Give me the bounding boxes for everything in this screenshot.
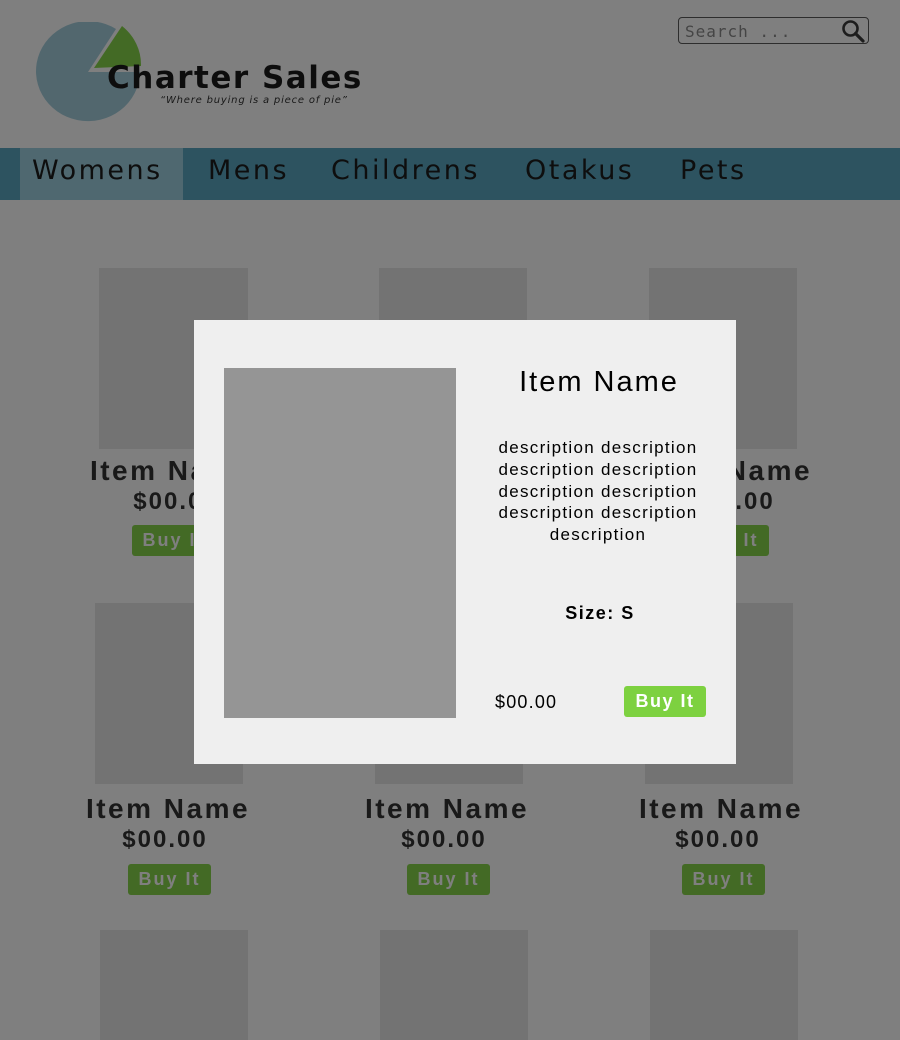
size-value[interactable]: S <box>621 603 635 623</box>
modal-buy-button[interactable]: Buy It <box>624 686 706 717</box>
size-label: Size: <box>565 603 615 623</box>
product-detail-description: description description description desc… <box>498 438 698 545</box>
product-detail-image <box>224 368 456 718</box>
product-detail-size: Size: S <box>494 603 706 624</box>
product-detail-price: $00.00 <box>495 692 558 712</box>
product-detail-title: Item Name <box>519 366 679 398</box>
product-detail-modal: Item Name description description descri… <box>194 320 736 764</box>
